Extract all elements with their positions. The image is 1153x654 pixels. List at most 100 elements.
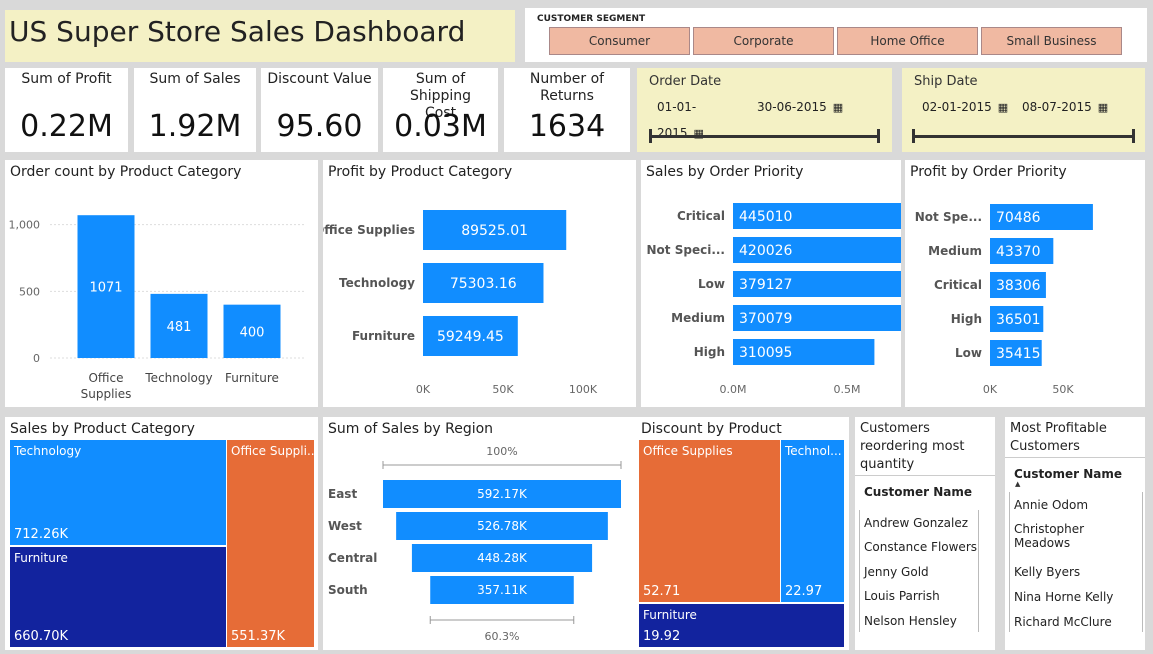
data-label: 75303.16 — [450, 276, 517, 292]
x-tick-label: Supplies — [81, 387, 132, 401]
category-label: Low — [698, 277, 725, 291]
chart-title: Sales by Product Category — [10, 421, 195, 437]
x-tick-label: Technology — [144, 371, 212, 385]
sort-ascending-icon[interactable]: ▲ — [1015, 480, 1020, 488]
list-item[interactable]: Jenny Gold — [864, 565, 929, 579]
reordering-list: Andrew Gonzalez Constance Flowers Jenny … — [859, 510, 979, 632]
segment-home-office-button[interactable]: Home Office — [837, 27, 978, 55]
list-item[interactable]: Louis Parrish — [864, 589, 940, 603]
list-item[interactable]: Kelly Byers — [1014, 565, 1080, 579]
list-item[interactable]: Constance Flowers — [864, 540, 977, 554]
treemap-cell-label: Furniture — [643, 608, 697, 622]
order-date-slider-track[interactable] — [649, 135, 879, 138]
table-title: Most Profitable Customers — [1010, 421, 1107, 454]
data-label: 448.28K — [477, 551, 528, 565]
customer-segment-slicer: CUSTOMER SEGMENT Consumer Corporate Home… — [525, 8, 1147, 62]
treemap-cell-value: 52.71 — [643, 584, 681, 599]
kpi-value: 0.03M — [394, 109, 487, 144]
funnel-bottom-percent: 60.3% — [485, 630, 520, 643]
category-label: Critical — [677, 209, 725, 223]
category-label: Critical — [934, 278, 982, 292]
dashboard-title: US Super Store Sales Dashboard — [9, 15, 466, 48]
category-label: High — [951, 312, 982, 326]
order-date-slider-end-handle[interactable] — [877, 129, 880, 143]
ship-date-from-input[interactable]: 02-01-2015 ▦ — [916, 94, 1010, 120]
order-date-from-input[interactable]: 01-01-2015 ▦ — [651, 94, 743, 140]
ship-date-slider-end-handle[interactable] — [1132, 129, 1135, 143]
profit-priority-chart-panel: Profit by Order Priority 0K 50K Not Spe...… — [905, 160, 1145, 407]
sales-priority-chart-panel: Sales by Order Priority 0.0M 0.5M Critical… — [641, 160, 901, 407]
data-label: 420026 — [739, 243, 793, 259]
y-tick-label: 500 — [19, 285, 40, 298]
x-tick-label: Office — [88, 371, 123, 385]
treemap-cell-label: Technol... — [785, 444, 842, 458]
data-label: 35415 — [996, 346, 1041, 362]
sales-region-funnel: 100% 592.17K East 526.78K West 448.28K Central… — [328, 445, 622, 643]
list-item[interactable]: Annie Odom — [1014, 498, 1088, 512]
segment-consumer-button[interactable]: Consumer — [549, 27, 690, 55]
list-item[interactable]: Christopher Meadows — [1014, 522, 1114, 550]
category-label: Not Spe... — [915, 210, 982, 224]
ship-date-slider-start-handle[interactable] — [912, 129, 915, 143]
data-label: 400 — [240, 325, 265, 340]
treemap-cell-office-supplies[interactable]: Office Supplies 52.71 — [638, 439, 782, 603]
x-tick-label: 50K — [492, 383, 514, 396]
profit-category-chart: 0K 50K 100K Office Supplies 89525.01 Technolo… — [323, 210, 598, 396]
list-item[interactable]: Nina Horne Kelly — [1014, 590, 1113, 604]
order-date-slider-start-handle[interactable] — [649, 129, 652, 143]
profit-priority-chart: 0K 50K Not Spe... 70486 Medium 43370 Critical 3… — [915, 204, 1093, 396]
data-label: 38306 — [996, 278, 1041, 294]
treemap-cell-label: Furniture — [14, 551, 68, 565]
treemap-cell-office-supplies[interactable]: Office Suppli... 551.37K — [226, 439, 315, 648]
treemap-cell-technology[interactable]: Technology 712.26K — [9, 439, 231, 546]
data-label: 70486 — [996, 210, 1041, 226]
segment-small-business-button[interactable]: Small Business — [981, 27, 1122, 55]
calendar-icon[interactable]: ▦ — [833, 101, 843, 114]
category-label: Low — [955, 346, 982, 360]
column-header-customer-name[interactable]: Customer Name — [864, 485, 972, 499]
order-date-from-value: 01-01-2015 — [657, 100, 697, 140]
treemap-cell-furniture[interactable]: Furniture 660.70K — [9, 546, 231, 648]
category-label: Not Speci... — [647, 243, 725, 257]
ship-date-slider-track[interactable] — [912, 135, 1134, 138]
data-label: 370079 — [739, 311, 792, 327]
kpi-label: Sum of Profit — [21, 71, 112, 87]
list-item[interactable]: Richard McClure — [1014, 615, 1112, 629]
segment-label: CUSTOMER SEGMENT — [537, 14, 646, 24]
ship-date-from-value: 02-01-2015 — [922, 100, 992, 114]
category-label: Technology — [339, 276, 415, 290]
data-label: 43370 — [996, 244, 1041, 260]
category-label: South — [328, 583, 368, 597]
list-item[interactable]: Andrew Gonzalez — [864, 516, 968, 530]
data-label: 36501 — [996, 312, 1041, 328]
category-label: Central — [328, 551, 377, 565]
treemap-cell-value: 19.92 — [643, 629, 681, 644]
ship-date-to-input[interactable]: 08-07-2015 ▦ — [1016, 94, 1112, 120]
column-header-customer-name[interactable]: Customer Name — [1014, 467, 1122, 481]
order-count-chart: 0 500 1,000 1071 Office Supplies 481 Technology… — [9, 215, 305, 401]
treemap-cell-furniture[interactable]: Furniture 19.92 — [638, 603, 845, 648]
data-label: 526.78K — [477, 519, 528, 533]
data-label: 59249.45 — [437, 329, 504, 345]
ship-date-label: Ship Date — [914, 74, 978, 89]
treemap-cell-label: Office Supplies — [643, 444, 733, 458]
segment-corporate-button[interactable]: Corporate — [693, 27, 834, 55]
calendar-icon[interactable]: ▦ — [1098, 101, 1108, 114]
order-date-slicer: Order Date 01-01-2015 ▦ 30-06-2015 ▦ — [637, 68, 892, 152]
order-date-to-input[interactable]: 30-06-2015 ▦ — [751, 94, 847, 120]
kpi-returns-card: Number of Returns 1634 — [504, 68, 630, 152]
y-tick-label: 0 — [33, 352, 40, 365]
data-label: 592.17K — [477, 487, 528, 501]
x-tick-label: 0.5M — [834, 383, 861, 396]
category-label: Medium — [671, 311, 725, 325]
category-label: High — [694, 345, 725, 359]
calendar-icon[interactable]: ▦ — [694, 127, 704, 140]
list-item[interactable]: Nelson Hensley — [864, 614, 957, 628]
treemap-cell-technology[interactable]: Technol... 22.97 — [780, 439, 845, 603]
treemap-cell-value: 551.37K — [231, 629, 286, 644]
x-tick-label: 0.0M — [720, 383, 747, 396]
discount-category-treemap-panel: Discount by Product Category Office Supp… — [636, 417, 849, 650]
funnel-top-percent: 100% — [486, 445, 517, 458]
category-label: Medium — [928, 244, 982, 258]
calendar-icon[interactable]: ▦ — [998, 101, 1008, 114]
